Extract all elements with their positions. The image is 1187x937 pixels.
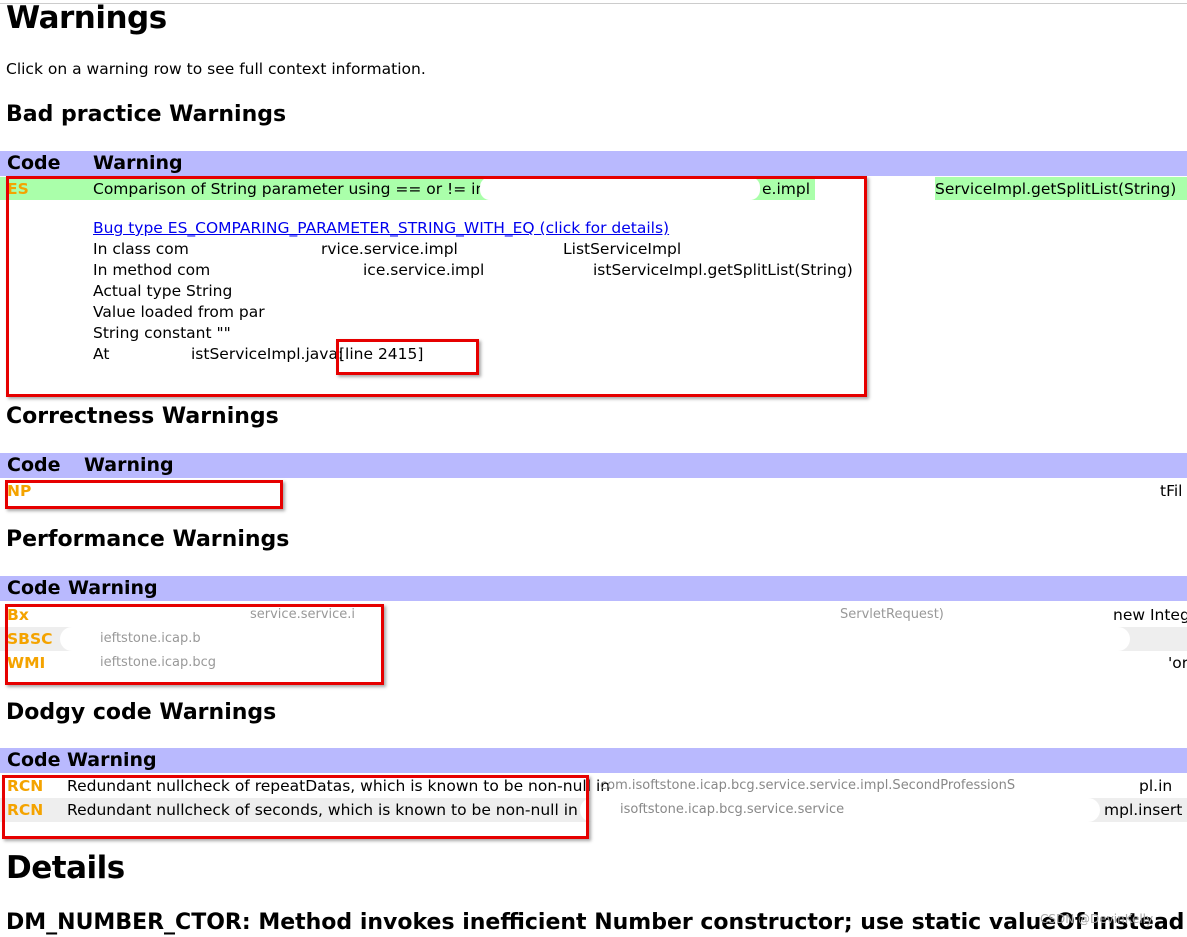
watermark: CSDN @DevinKelly <box>1040 912 1154 926</box>
dm-number-ctor-heading: DM_NUMBER_CTOR: Method invokes inefficie… <box>6 910 1185 935</box>
warning-text-fragment: com.isoftstone.icap.bcg.service.service.… <box>600 778 1016 793</box>
top-divider <box>0 3 1187 4</box>
correctness-table-header: Code Warning <box>0 453 1187 478</box>
warning-text-fragment: tFil <box>1160 482 1183 500</box>
warning-column-header: Warning <box>84 454 174 476</box>
warning-text-fragment: ServletRequest) <box>840 607 944 622</box>
warning-column-header: Warning <box>93 152 183 174</box>
page-title: Warnings <box>6 0 167 36</box>
code-column-header: Code <box>7 577 61 599</box>
code-column-header: Code <box>7 454 61 476</box>
annotation-box <box>5 604 384 685</box>
warning-text-fragment: 'or <box>1168 654 1187 672</box>
correctness-heading: Correctness Warnings <box>6 404 279 429</box>
performance-table-header: Code Warning <box>0 576 1187 601</box>
warning-text-fragment: pl.in <box>1139 777 1173 795</box>
warning-text-fragment: isoftstone.icap.bcg.service.service <box>620 802 845 817</box>
warning-text-fragment: mpl.insert <box>1104 801 1183 819</box>
dodgy-table-header: Code Warning <box>0 748 1187 773</box>
bad-practice-table-header: Code Warning <box>0 151 1187 176</box>
intro-text: Click on a warning row to see full conte… <box>6 60 426 78</box>
annotation-box <box>2 775 589 839</box>
bad-practice-heading: Bad practice Warnings <box>6 102 287 127</box>
code-column-header: Code <box>7 152 61 174</box>
details-heading: Details <box>6 850 125 886</box>
warning-text-fragment: new Integ <box>1113 606 1187 624</box>
performance-heading: Performance Warnings <box>6 527 290 552</box>
dodgy-heading: Dodgy code Warnings <box>6 700 277 725</box>
annotation-box-line <box>336 339 479 375</box>
warning-text-fragment: ServiceImpl.getSplitList(String) <box>935 180 1177 198</box>
annotation-box <box>5 480 283 509</box>
code-column-header: Code <box>7 749 61 771</box>
warning-column-header: Warning <box>68 577 158 599</box>
warning-column-header: Warning <box>67 749 157 771</box>
